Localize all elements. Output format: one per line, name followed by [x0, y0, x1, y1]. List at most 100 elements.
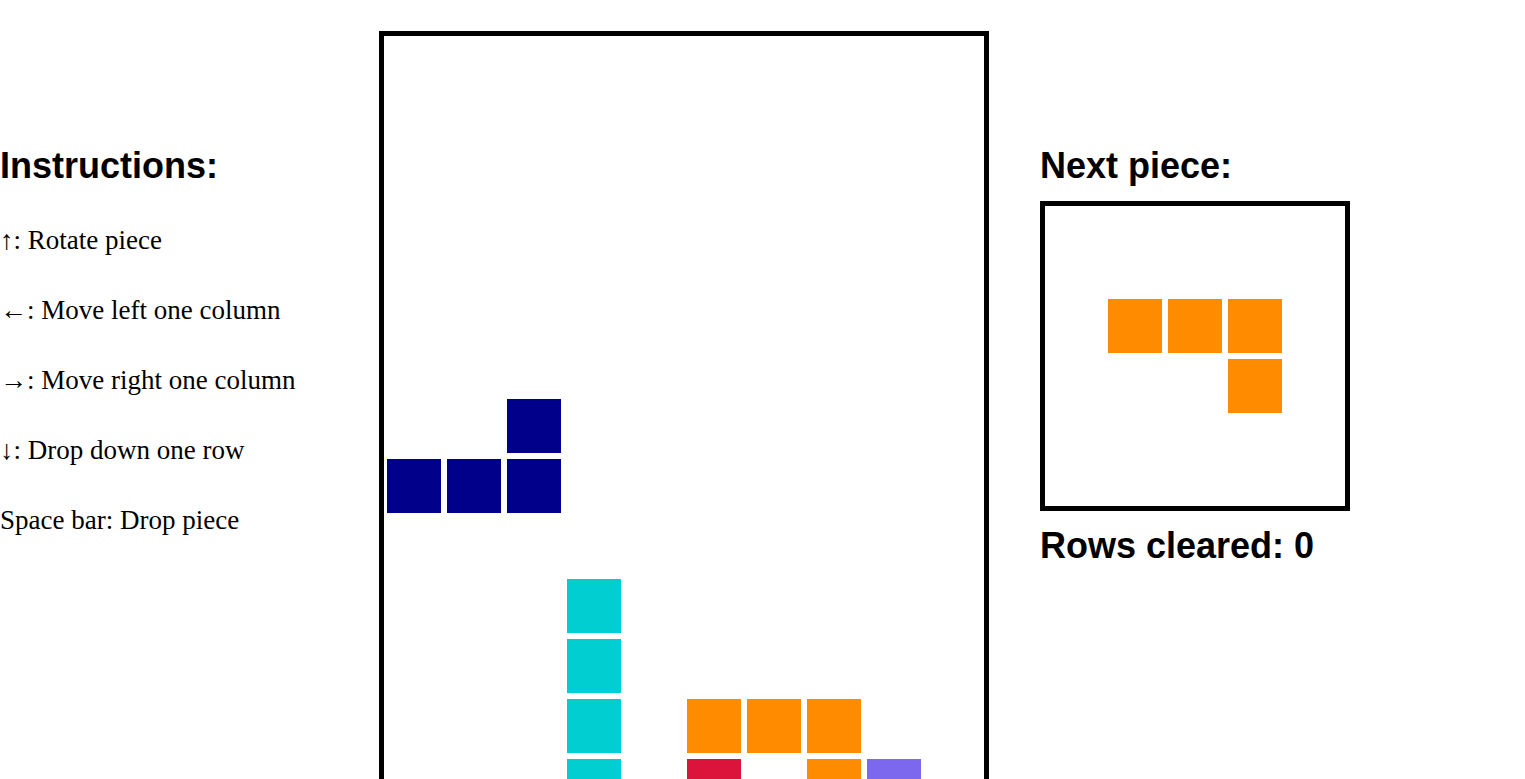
block [747, 699, 801, 753]
board-cell [444, 96, 504, 156]
board-cell [804, 336, 864, 396]
board-cell [924, 156, 984, 216]
instruction-item: ↓: Drop down one row [0, 433, 379, 467]
board-cell [804, 456, 864, 516]
side-panel: Next piece:Rows cleared:0 [1040, 0, 1350, 779]
board-cell [744, 216, 804, 276]
board-cell [684, 276, 744, 336]
board-row [384, 156, 984, 216]
board-cell [624, 336, 684, 396]
board-cell [504, 396, 564, 456]
instruction-item: Space bar: Drop piece [0, 503, 379, 537]
block [687, 699, 741, 753]
board-cell [864, 336, 924, 396]
board-cell [624, 396, 684, 456]
instructions-title: Instructions: [0, 143, 379, 189]
board-cell [1105, 356, 1165, 416]
board-cell [444, 36, 504, 96]
board-cell [924, 696, 984, 756]
board-cell [564, 456, 624, 516]
board-cell [444, 156, 504, 216]
board-cell [864, 396, 924, 456]
board-cell [384, 516, 444, 576]
game-board[interactable] [379, 31, 989, 779]
board-cell [384, 36, 444, 96]
board-cell [1165, 296, 1225, 356]
board-cell [564, 696, 624, 756]
board-cell [564, 36, 624, 96]
board-cell [804, 216, 864, 276]
next-piece-title: Next piece: [1040, 143, 1350, 189]
instructions-list: ↑: Rotate piece←: Move left one column→:… [0, 223, 379, 537]
instruction-item: →: Move right one column [0, 363, 379, 397]
piece-row [1105, 356, 1285, 416]
board-row [384, 96, 984, 156]
board-cell [864, 576, 924, 636]
board-cell [504, 96, 564, 156]
block [1168, 299, 1222, 353]
board-cell [924, 36, 984, 96]
instructions-panel: Instructions: ↑: Rotate piece←: Move left… [0, 0, 379, 779]
rows-cleared-value: 0 [1294, 523, 1314, 569]
board-cell [384, 636, 444, 696]
instruction-item: ↑: Rotate piece [0, 223, 379, 257]
page: Instructions: ↑: Rotate piece←: Move left… [0, 0, 1525, 779]
board-cell [804, 636, 864, 696]
block [1108, 299, 1162, 353]
board-cell [744, 756, 804, 779]
board-cell [684, 336, 744, 396]
board-cell [384, 456, 444, 516]
board-cell [744, 336, 804, 396]
block [1228, 359, 1282, 413]
board-cell [804, 396, 864, 456]
board-cell [504, 336, 564, 396]
board-cell [444, 396, 504, 456]
board-cell [384, 756, 444, 779]
board-cell [744, 576, 804, 636]
block [687, 759, 741, 779]
block [447, 459, 501, 513]
board-cell [624, 576, 684, 636]
board-cell [444, 456, 504, 516]
board-cell [624, 636, 684, 696]
board-row [384, 636, 984, 696]
board-cell [864, 36, 924, 96]
board-cell [624, 516, 684, 576]
board-cell [864, 456, 924, 516]
board-row [384, 456, 984, 516]
board-cell [744, 36, 804, 96]
board-cell [924, 456, 984, 516]
board-cell [384, 396, 444, 456]
board-cell [684, 216, 744, 276]
board-cell [384, 216, 444, 276]
board-cell [444, 636, 504, 696]
board-cell [684, 756, 744, 779]
piece-row [1105, 296, 1285, 356]
block [507, 399, 561, 453]
board-cell [804, 276, 864, 336]
board-cell [444, 756, 504, 779]
board-cell [444, 336, 504, 396]
board-cell [684, 516, 744, 576]
block [567, 579, 621, 633]
board-cell [804, 156, 864, 216]
board-cell [864, 696, 924, 756]
board-row [384, 516, 984, 576]
block [1228, 299, 1282, 353]
board-cell [864, 276, 924, 336]
board-cell [924, 96, 984, 156]
block [567, 759, 621, 779]
board-cell [504, 576, 564, 636]
board-cell [564, 516, 624, 576]
board-cell [924, 396, 984, 456]
board-row [384, 756, 984, 779]
board-cell [504, 276, 564, 336]
board-cell [864, 516, 924, 576]
board-cell [384, 156, 444, 216]
board-cell [444, 276, 504, 336]
board-row [384, 336, 984, 396]
board-cell [804, 756, 864, 779]
board-cell [504, 516, 564, 576]
board-cell [564, 576, 624, 636]
block [387, 459, 441, 513]
